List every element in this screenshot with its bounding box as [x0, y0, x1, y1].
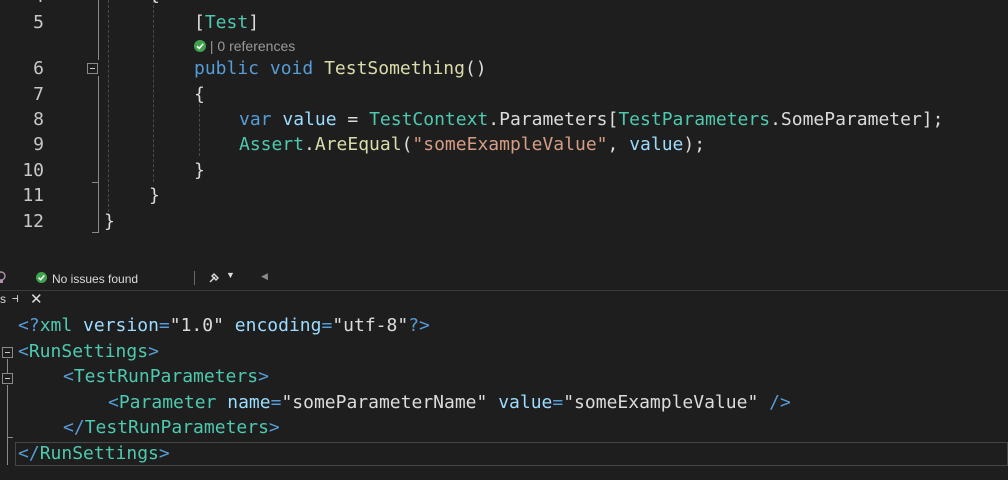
codelens[interactable]: | 0 references: [194, 38, 295, 54]
indent-guide: [153, 0, 154, 182]
indent-guide: [199, 104, 200, 156]
code-line-8: var value = TestContext.Parameters[TestP…: [239, 109, 944, 130]
xml-parameter: <Parameter name="someParameterName" valu…: [108, 392, 791, 413]
outline-line: [7, 359, 8, 373]
line-number: 9: [33, 134, 44, 155]
test-passed-icon: [194, 40, 206, 52]
editor-status-bar: No issues found ▼ ◀: [0, 268, 1008, 290]
code-brace: {: [149, 0, 160, 5]
panel-tab-strip: s ⊣ ✕: [0, 290, 1008, 310]
code-line-11: }: [149, 185, 160, 206]
line-number: 10: [22, 160, 44, 181]
code-line-6: public void TestSomething(): [194, 58, 487, 79]
line-number: 12: [22, 211, 44, 232]
code-line-7: {: [194, 84, 205, 105]
status-divider: [194, 271, 195, 285]
code-line-10: }: [194, 160, 205, 181]
xml-runsettings-close: </RunSettings>: [18, 443, 170, 464]
outline-line: [92, 182, 98, 183]
line-number: 11: [22, 185, 44, 206]
collapse-toggle[interactable]: [87, 63, 98, 74]
outline-line: [7, 437, 13, 438]
tab-fragment[interactable]: s: [0, 292, 6, 306]
scroll-left-icon[interactable]: ◀: [261, 271, 268, 282]
line-number: 4: [0, 0, 44, 7]
collapse-toggle[interactable]: [2, 347, 13, 358]
code-line-9: Assert.AreEqual("someExampleValue", valu…: [239, 134, 706, 155]
check-icon: [36, 272, 47, 283]
xml-declaration: <?xml version="1.0" encoding="utf-8"?>: [18, 315, 430, 336]
xml-testrunparameters-close: </TestRunParameters>: [63, 417, 280, 438]
outline-line: [7, 385, 8, 465]
code-line-5: [Test]: [194, 12, 260, 33]
references-link[interactable]: 0 references: [217, 38, 295, 54]
codelens-separator: |: [209, 38, 214, 54]
line-number: 6: [33, 58, 44, 79]
pin-icon[interactable]: ⊣: [12, 292, 19, 305]
chevron-down-icon[interactable]: ▼: [226, 270, 235, 280]
issues-status[interactable]: No issues found: [52, 272, 138, 286]
lightbulb-icon[interactable]: [0, 271, 6, 283]
outline-line: [98, 0, 99, 60]
outline-line: [92, 232, 98, 233]
line-number: 5: [33, 12, 44, 33]
line-number: 7: [33, 84, 44, 105]
indent-guide: [108, 0, 109, 212]
close-icon[interactable]: ✕: [30, 290, 43, 308]
outline-line: [98, 76, 99, 233]
collapse-toggle[interactable]: [2, 373, 13, 384]
code-line-12: }: [104, 211, 115, 232]
panel-divider: [0, 290, 1008, 291]
line-number: 8: [33, 109, 44, 130]
brush-icon[interactable]: [208, 270, 222, 287]
xml-testrunparameters-open: <TestRunParameters>: [63, 366, 269, 387]
xml-runsettings-open: <RunSettings>: [18, 341, 159, 362]
